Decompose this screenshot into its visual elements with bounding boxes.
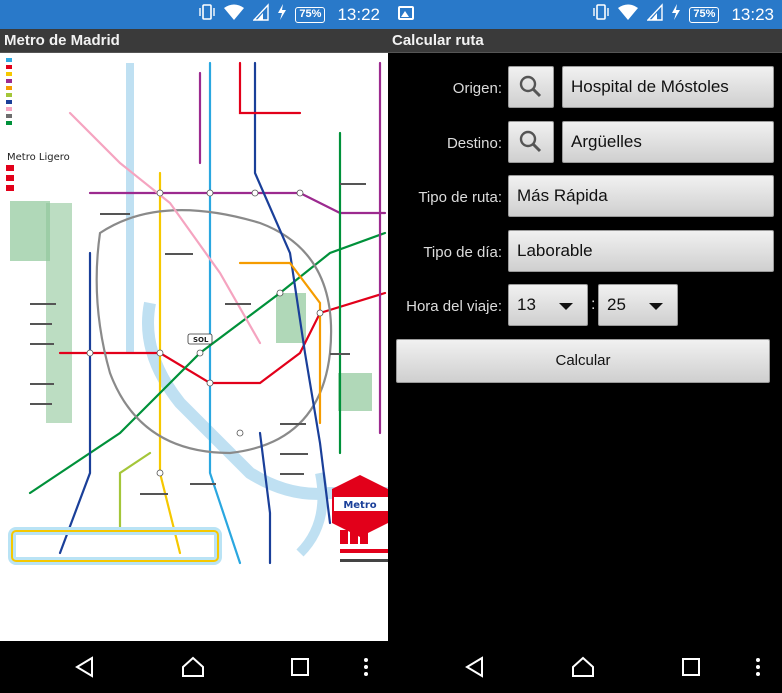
hour-spinner[interactable]: 13 bbox=[508, 284, 588, 326]
wifi-icon bbox=[617, 3, 639, 26]
minute-spinner[interactable]: 25 bbox=[598, 284, 678, 326]
wifi-icon bbox=[223, 3, 245, 26]
metro-map[interactable]: Metro Ligero SOL Metro bbox=[0, 53, 388, 587]
origin-field[interactable]: Hospital de Móstoles bbox=[562, 66, 774, 108]
home-icon[interactable] bbox=[180, 654, 206, 680]
navigation-bar bbox=[0, 641, 388, 693]
search-icon bbox=[519, 130, 542, 153]
battery-icon: 75% bbox=[689, 6, 720, 23]
chevron-down-icon bbox=[649, 303, 663, 310]
destination-field[interactable]: Argüelles bbox=[562, 121, 774, 163]
status-bar: 75% 13:22 bbox=[0, 0, 388, 29]
day-type-selector[interactable]: Laborable bbox=[508, 230, 774, 272]
origin-search-button[interactable] bbox=[508, 66, 554, 108]
search-icon bbox=[519, 75, 542, 98]
home-icon[interactable] bbox=[570, 654, 596, 680]
recents-icon[interactable] bbox=[287, 654, 313, 680]
minute-value: 25 bbox=[607, 295, 626, 314]
time-separator: : bbox=[591, 296, 596, 313]
route-type-label: Tipo de ruta: bbox=[418, 189, 502, 206]
overflow-icon[interactable] bbox=[745, 654, 771, 680]
calculate-button[interactable]: Calcular bbox=[396, 339, 770, 383]
app-title: Calcular ruta bbox=[392, 32, 484, 49]
gallery-icon bbox=[398, 6, 414, 20]
back-icon[interactable] bbox=[72, 654, 98, 680]
signal-icon bbox=[252, 3, 270, 26]
travel-time-label: Hora del viaje: bbox=[406, 298, 502, 315]
app-bar: Calcular ruta bbox=[388, 29, 782, 53]
overflow-icon[interactable] bbox=[353, 654, 379, 680]
back-icon[interactable] bbox=[462, 654, 488, 680]
status-bar: 75% 13:23 bbox=[388, 0, 782, 29]
vibrate-icon bbox=[199, 3, 216, 26]
legend-heading: Metro Ligero bbox=[7, 152, 70, 163]
recents-icon[interactable] bbox=[678, 654, 704, 680]
sol-station-badge: SOL bbox=[193, 336, 209, 344]
clock: 13:23 bbox=[731, 4, 774, 24]
metro-map-graphic: Metro Ligero SOL Metro bbox=[6, 58, 388, 565]
status-icons: 75% 13:23 bbox=[593, 3, 774, 26]
status-icons: 75% 13:22 bbox=[199, 3, 380, 26]
right-screen: 75% 13:23 Calcular ruta Origen: Hospital… bbox=[388, 0, 782, 693]
battery-icon: 75% bbox=[295, 6, 326, 23]
chevron-down-icon bbox=[559, 303, 573, 310]
map-blank-area bbox=[0, 587, 388, 641]
clock: 13:22 bbox=[337, 4, 380, 24]
app-title: Metro de Madrid bbox=[4, 32, 120, 49]
charging-icon bbox=[671, 3, 681, 26]
vibrate-icon bbox=[593, 3, 610, 26]
signal-icon bbox=[646, 3, 664, 26]
svg-text:Metro: Metro bbox=[343, 500, 376, 511]
destination-search-button[interactable] bbox=[508, 121, 554, 163]
destination-label: Destino: bbox=[446, 135, 502, 152]
origin-label: Origen: bbox=[452, 80, 502, 97]
left-screen: 75% 13:22 Metro de Madrid Metro Ligero S… bbox=[0, 0, 388, 693]
comunidad-logo bbox=[340, 530, 388, 562]
charging-icon bbox=[277, 3, 287, 26]
hour-value: 13 bbox=[517, 295, 536, 314]
route-type-selector[interactable]: Más Rápida bbox=[508, 175, 774, 217]
app-bar: Metro de Madrid bbox=[0, 29, 388, 53]
navigation-bar bbox=[388, 641, 782, 693]
metro-logo: Metro bbox=[332, 475, 388, 537]
day-type-label: Tipo de día: bbox=[423, 244, 502, 261]
